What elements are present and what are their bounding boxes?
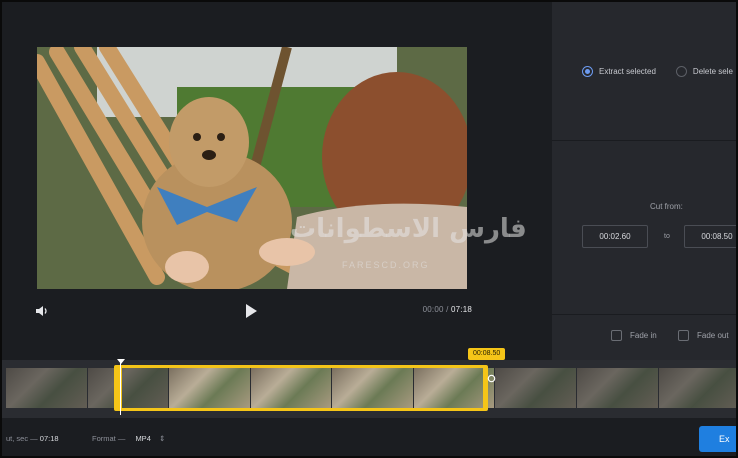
fade-out-label: Fade out [697, 331, 729, 340]
format-selector[interactable]: Format — MP4 ⇕ [92, 434, 165, 443]
playhead-marker[interactable] [117, 359, 125, 364]
radio-delete-label: Delete sele [692, 67, 733, 76]
play-icon[interactable] [242, 302, 260, 320]
time-readout: 00:00 / 07:18 [423, 305, 472, 314]
export-button[interactable]: Ex [699, 426, 736, 452]
fade-in-label: Fade in [630, 331, 657, 340]
cut-to-label: to [664, 233, 670, 240]
format-value: MP4 [135, 434, 151, 443]
radio-delete-selected[interactable] [675, 66, 687, 77]
radio-extract-label: Extract selected [599, 67, 656, 76]
radio-extract-selected[interactable] [582, 66, 593, 77]
fade-out-option[interactable]: Fade out [678, 330, 729, 341]
duration-readout: ut, sec — 07:18 [6, 434, 59, 443]
app-window: 00:00 / 07:18 Extract selected Delete se… [0, 0, 738, 458]
cut-start-input[interactable]: 00:02.60 [582, 225, 648, 248]
watermark-text: فارس الاسطوانات [290, 214, 527, 244]
timeline-selection-range[interactable] [114, 365, 488, 411]
format-label: Format — [92, 434, 126, 443]
panel-divider [552, 314, 736, 315]
playhead-line[interactable] [120, 361, 121, 415]
video-preview[interactable] [37, 47, 467, 289]
time-total: 07:18 [450, 305, 472, 314]
duration-label: ut, sec — [6, 434, 38, 443]
duration-value: 07:18 [39, 434, 59, 443]
format-chevron-icon: ⇕ [158, 434, 166, 443]
selection-end-handle-icon[interactable] [487, 374, 496, 383]
time-current: 00:00 [422, 305, 444, 314]
watermark-url: FARESCD.ORG [342, 260, 430, 270]
timeline-thumbnail [6, 368, 87, 408]
timeline-thumbnail [576, 368, 658, 408]
selection-end-time-tip: 00:08.50 [468, 348, 506, 360]
video-frame-image [37, 47, 467, 289]
time-separator: / [446, 305, 449, 314]
fade-in-option[interactable]: Fade in [611, 330, 657, 341]
extract-mode-options: Extract selected Delete sele [582, 66, 733, 77]
timeline-thumbnail [495, 368, 576, 408]
cut-from-label: Cut from: [650, 202, 683, 211]
fade-in-checkbox[interactable] [611, 330, 622, 341]
editor-area: 00:00 / 07:18 [2, 2, 552, 360]
cut-end-input[interactable]: 00:08.50 [684, 225, 736, 248]
fade-out-checkbox[interactable] [678, 330, 689, 341]
panel-divider [552, 140, 736, 141]
volume-icon[interactable] [34, 303, 50, 319]
settings-panel [552, 2, 736, 360]
timeline-thumbnail [658, 368, 736, 408]
player-controls: 00:00 / 07:18 [32, 298, 472, 324]
